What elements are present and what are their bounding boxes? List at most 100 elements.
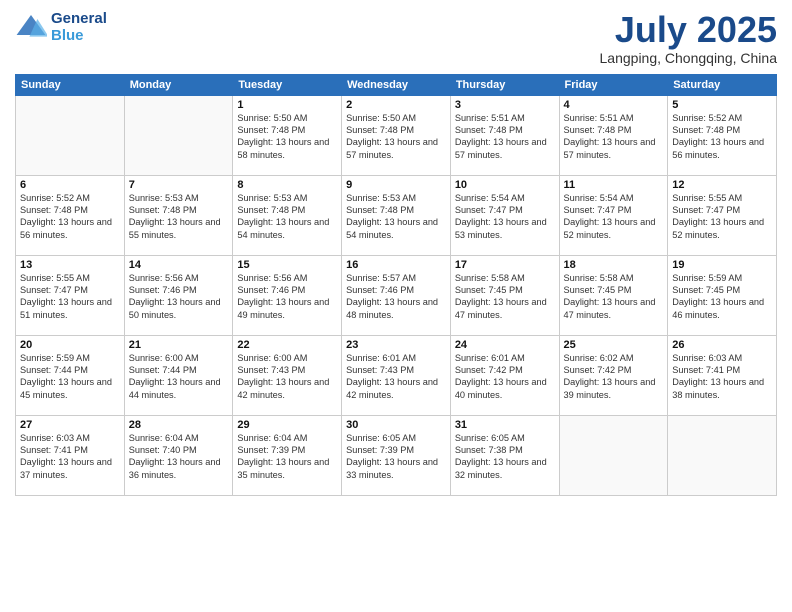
day-info: Sunrise: 5:50 AMSunset: 7:48 PMDaylight:… — [346, 112, 446, 162]
calendar-day-cell: 27Sunrise: 6:03 AMSunset: 7:41 PMDayligh… — [16, 415, 125, 495]
calendar-day-cell: 3Sunrise: 5:51 AMSunset: 7:48 PMDaylight… — [450, 95, 559, 175]
day-info: Sunrise: 5:52 AMSunset: 7:48 PMDaylight:… — [20, 192, 120, 242]
day-number: 12 — [672, 179, 772, 191]
day-number: 4 — [564, 99, 664, 111]
day-number: 1 — [237, 99, 337, 111]
day-number: 19 — [672, 259, 772, 271]
calendar-day-cell — [668, 415, 777, 495]
logo-text: General Blue — [51, 10, 107, 44]
calendar-day-cell: 16Sunrise: 5:57 AMSunset: 7:46 PMDayligh… — [342, 255, 451, 335]
calendar-day-cell: 23Sunrise: 6:01 AMSunset: 7:43 PMDayligh… — [342, 335, 451, 415]
day-of-week-header: Wednesday — [342, 74, 451, 95]
calendar-day-cell: 1Sunrise: 5:50 AMSunset: 7:48 PMDaylight… — [233, 95, 342, 175]
day-info: Sunrise: 6:05 AMSunset: 7:38 PMDaylight:… — [455, 432, 555, 482]
title-block: July 2025 Langping, Chongqing, China — [600, 10, 777, 66]
day-number: 29 — [237, 419, 337, 431]
calendar-week-row: 27Sunrise: 6:03 AMSunset: 7:41 PMDayligh… — [16, 415, 777, 495]
logo: General Blue — [15, 10, 107, 44]
day-number: 26 — [672, 339, 772, 351]
day-number: 28 — [129, 419, 229, 431]
day-number: 11 — [564, 179, 664, 191]
calendar-day-cell: 2Sunrise: 5:50 AMSunset: 7:48 PMDaylight… — [342, 95, 451, 175]
calendar-day-cell: 30Sunrise: 6:05 AMSunset: 7:39 PMDayligh… — [342, 415, 451, 495]
day-info: Sunrise: 5:57 AMSunset: 7:46 PMDaylight:… — [346, 272, 446, 322]
calendar-day-cell — [124, 95, 233, 175]
calendar-day-cell: 20Sunrise: 5:59 AMSunset: 7:44 PMDayligh… — [16, 335, 125, 415]
calendar-day-cell: 18Sunrise: 5:58 AMSunset: 7:45 PMDayligh… — [559, 255, 668, 335]
day-of-week-header: Monday — [124, 74, 233, 95]
day-number: 22 — [237, 339, 337, 351]
day-number: 21 — [129, 339, 229, 351]
calendar-day-cell — [16, 95, 125, 175]
day-number: 24 — [455, 339, 555, 351]
day-number: 2 — [346, 99, 446, 111]
day-number: 18 — [564, 259, 664, 271]
day-info: Sunrise: 5:54 AMSunset: 7:47 PMDaylight:… — [564, 192, 664, 242]
day-info: Sunrise: 6:03 AMSunset: 7:41 PMDaylight:… — [672, 352, 772, 402]
calendar-day-cell: 15Sunrise: 5:56 AMSunset: 7:46 PMDayligh… — [233, 255, 342, 335]
day-info: Sunrise: 5:50 AMSunset: 7:48 PMDaylight:… — [237, 112, 337, 162]
day-of-week-header: Saturday — [668, 74, 777, 95]
day-info: Sunrise: 5:59 AMSunset: 7:44 PMDaylight:… — [20, 352, 120, 402]
day-info: Sunrise: 5:56 AMSunset: 7:46 PMDaylight:… — [129, 272, 229, 322]
day-info: Sunrise: 5:58 AMSunset: 7:45 PMDaylight:… — [455, 272, 555, 322]
day-info: Sunrise: 5:52 AMSunset: 7:48 PMDaylight:… — [672, 112, 772, 162]
calendar-day-cell: 5Sunrise: 5:52 AMSunset: 7:48 PMDaylight… — [668, 95, 777, 175]
day-of-week-header: Tuesday — [233, 74, 342, 95]
day-info: Sunrise: 5:54 AMSunset: 7:47 PMDaylight:… — [455, 192, 555, 242]
day-info: Sunrise: 6:01 AMSunset: 7:42 PMDaylight:… — [455, 352, 555, 402]
calendar-day-cell: 25Sunrise: 6:02 AMSunset: 7:42 PMDayligh… — [559, 335, 668, 415]
calendar-day-cell: 12Sunrise: 5:55 AMSunset: 7:47 PMDayligh… — [668, 175, 777, 255]
day-number: 6 — [20, 179, 120, 191]
day-of-week-header: Sunday — [16, 74, 125, 95]
day-info: Sunrise: 6:04 AMSunset: 7:40 PMDaylight:… — [129, 432, 229, 482]
page: General Blue July 2025 Langping, Chongqi… — [0, 0, 792, 612]
calendar-day-cell — [559, 415, 668, 495]
calendar-week-row: 1Sunrise: 5:50 AMSunset: 7:48 PMDaylight… — [16, 95, 777, 175]
day-number: 17 — [455, 259, 555, 271]
day-number: 23 — [346, 339, 446, 351]
day-info: Sunrise: 6:03 AMSunset: 7:41 PMDaylight:… — [20, 432, 120, 482]
calendar-day-cell: 21Sunrise: 6:00 AMSunset: 7:44 PMDayligh… — [124, 335, 233, 415]
day-number: 20 — [20, 339, 120, 351]
day-info: Sunrise: 5:58 AMSunset: 7:45 PMDaylight:… — [564, 272, 664, 322]
day-number: 16 — [346, 259, 446, 271]
day-info: Sunrise: 6:00 AMSunset: 7:44 PMDaylight:… — [129, 352, 229, 402]
calendar-day-cell: 28Sunrise: 6:04 AMSunset: 7:40 PMDayligh… — [124, 415, 233, 495]
day-number: 5 — [672, 99, 772, 111]
calendar-day-cell: 26Sunrise: 6:03 AMSunset: 7:41 PMDayligh… — [668, 335, 777, 415]
calendar-day-cell: 24Sunrise: 6:01 AMSunset: 7:42 PMDayligh… — [450, 335, 559, 415]
calendar-day-cell: 7Sunrise: 5:53 AMSunset: 7:48 PMDaylight… — [124, 175, 233, 255]
day-number: 25 — [564, 339, 664, 351]
day-info: Sunrise: 6:04 AMSunset: 7:39 PMDaylight:… — [237, 432, 337, 482]
calendar-week-row: 6Sunrise: 5:52 AMSunset: 7:48 PMDaylight… — [16, 175, 777, 255]
calendar-week-row: 20Sunrise: 5:59 AMSunset: 7:44 PMDayligh… — [16, 335, 777, 415]
calendar-table: SundayMondayTuesdayWednesdayThursdayFrid… — [15, 74, 777, 496]
day-info: Sunrise: 5:53 AMSunset: 7:48 PMDaylight:… — [129, 192, 229, 242]
calendar-day-cell: 19Sunrise: 5:59 AMSunset: 7:45 PMDayligh… — [668, 255, 777, 335]
day-number: 27 — [20, 419, 120, 431]
day-info: Sunrise: 5:59 AMSunset: 7:45 PMDaylight:… — [672, 272, 772, 322]
day-number: 15 — [237, 259, 337, 271]
logo-icon — [15, 11, 47, 43]
day-info: Sunrise: 6:01 AMSunset: 7:43 PMDaylight:… — [346, 352, 446, 402]
calendar-day-cell: 10Sunrise: 5:54 AMSunset: 7:47 PMDayligh… — [450, 175, 559, 255]
calendar-day-cell: 9Sunrise: 5:53 AMSunset: 7:48 PMDaylight… — [342, 175, 451, 255]
calendar-week-row: 13Sunrise: 5:55 AMSunset: 7:47 PMDayligh… — [16, 255, 777, 335]
day-number: 9 — [346, 179, 446, 191]
day-of-week-header: Friday — [559, 74, 668, 95]
day-info: Sunrise: 5:51 AMSunset: 7:48 PMDaylight:… — [455, 112, 555, 162]
day-info: Sunrise: 6:05 AMSunset: 7:39 PMDaylight:… — [346, 432, 446, 482]
main-title: July 2025 — [600, 10, 777, 50]
day-info: Sunrise: 5:55 AMSunset: 7:47 PMDaylight:… — [672, 192, 772, 242]
calendar-day-cell: 13Sunrise: 5:55 AMSunset: 7:47 PMDayligh… — [16, 255, 125, 335]
day-info: Sunrise: 5:51 AMSunset: 7:48 PMDaylight:… — [564, 112, 664, 162]
day-number: 7 — [129, 179, 229, 191]
calendar-day-cell: 6Sunrise: 5:52 AMSunset: 7:48 PMDaylight… — [16, 175, 125, 255]
subtitle: Langping, Chongqing, China — [600, 50, 777, 66]
day-number: 14 — [129, 259, 229, 271]
header: General Blue July 2025 Langping, Chongqi… — [15, 10, 777, 66]
day-number: 10 — [455, 179, 555, 191]
day-info: Sunrise: 5:56 AMSunset: 7:46 PMDaylight:… — [237, 272, 337, 322]
day-info: Sunrise: 6:00 AMSunset: 7:43 PMDaylight:… — [237, 352, 337, 402]
